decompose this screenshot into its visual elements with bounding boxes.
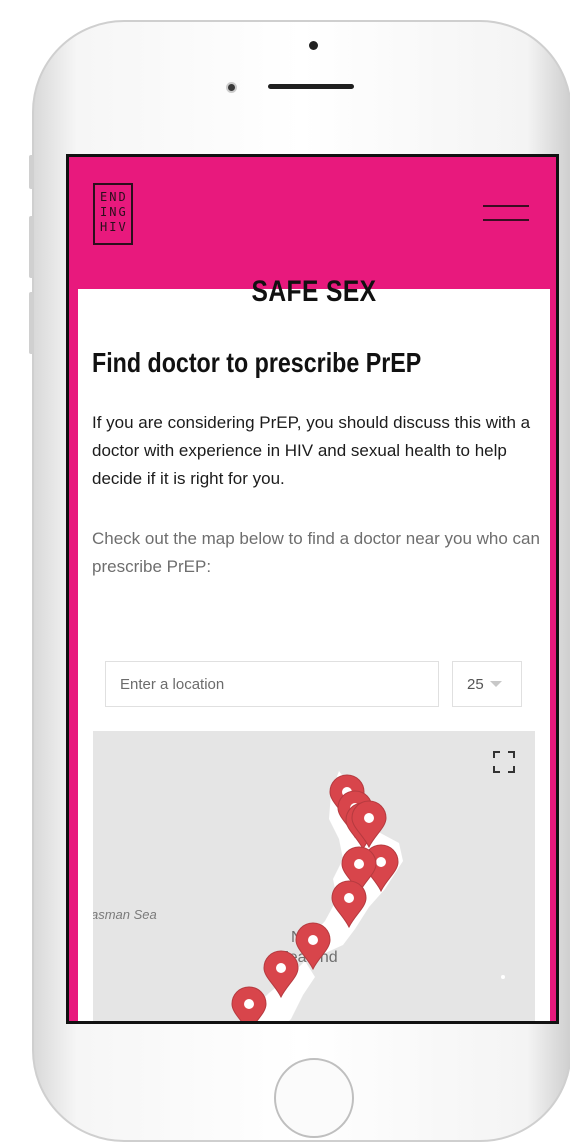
- front-camera: [226, 82, 237, 93]
- map-intro-paragraph: Check out the map below to find a doctor…: [92, 529, 540, 576]
- radius-value: 25: [467, 675, 484, 693]
- content-card: SAFE SEX Find doctor to prescribe PrEP I…: [78, 275, 550, 1024]
- logo-line-3: HIV: [100, 220, 128, 234]
- section-title: SAFE SEX: [251, 275, 377, 308]
- map-marker-10[interactable]: [231, 986, 267, 1024]
- chevron-down-icon: [489, 681, 502, 687]
- map-marker-8[interactable]: [295, 922, 331, 970]
- logo-line-1: END: [100, 190, 128, 204]
- ending-hiv-logo[interactable]: END ING HIV: [93, 183, 133, 245]
- home-button[interactable]: [274, 1058, 354, 1138]
- map-marker-7[interactable]: [331, 880, 367, 928]
- side-button: [29, 155, 34, 189]
- phone-screen: END ING HIV SAFE SEX Find doctor to pres…: [66, 154, 559, 1024]
- volume-down-button: [29, 292, 34, 354]
- page-heading: Find doctor to prescribe PrEP: [92, 347, 422, 378]
- volume-up-button: [29, 216, 34, 278]
- logo-line-2: ING: [100, 205, 128, 219]
- location-search-input[interactable]: [105, 661, 439, 707]
- map-marker-9[interactable]: [263, 950, 299, 998]
- radius-select[interactable]: 25: [452, 661, 522, 707]
- map-markers: [231, 774, 399, 1024]
- earpiece-speaker: [268, 84, 354, 89]
- proximity-sensor: [309, 41, 318, 50]
- hamburger-menu-icon[interactable]: [483, 201, 529, 227]
- doctor-map[interactable]: asman Sea N Zea nd: [93, 731, 535, 1024]
- intro-paragraph: If you are considering PrEP, you should …: [92, 413, 531, 488]
